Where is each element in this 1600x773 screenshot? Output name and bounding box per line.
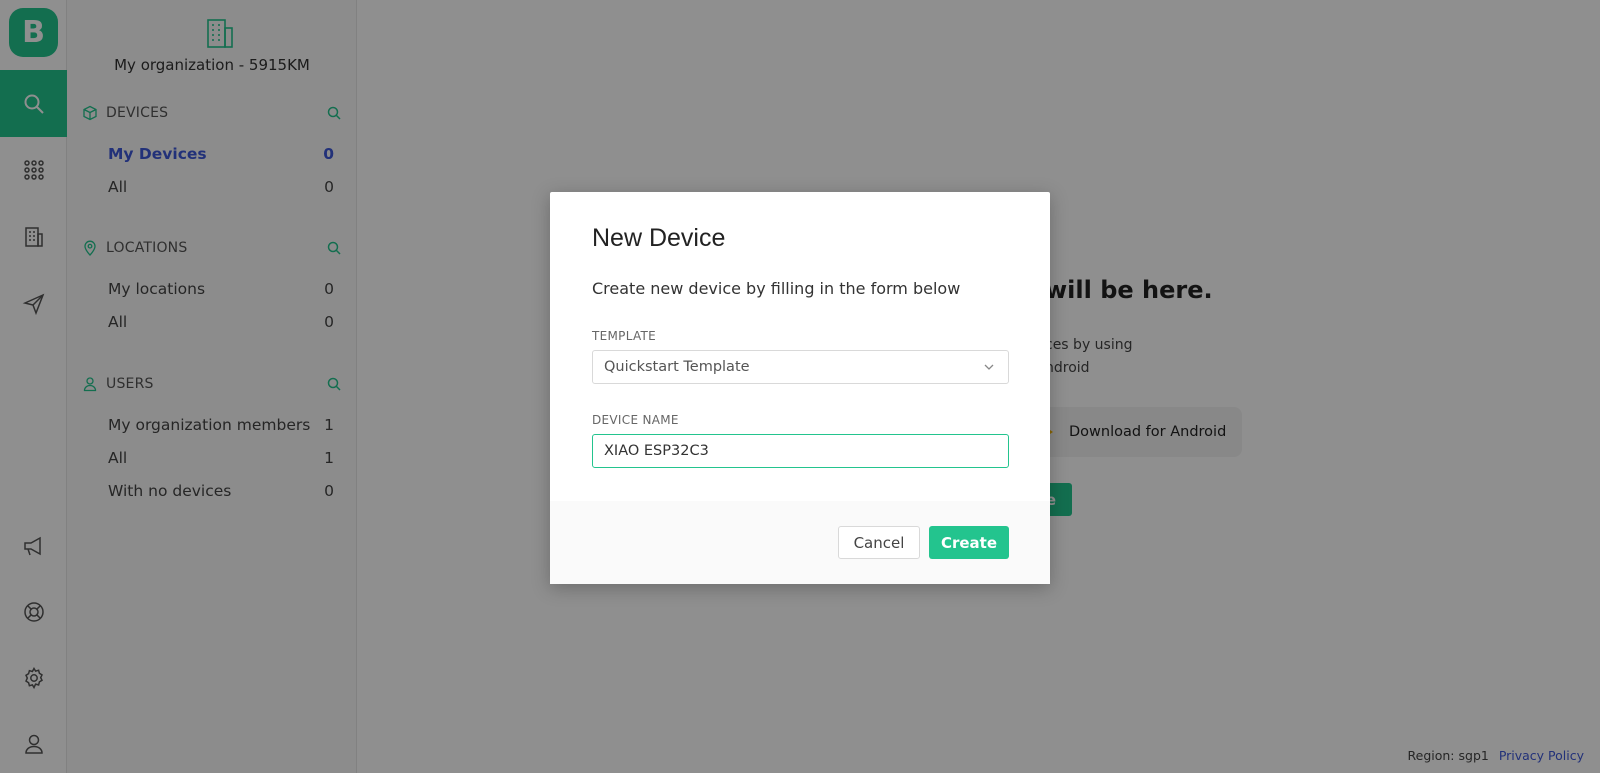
modal-title: New Device [592,224,726,252]
device-name-label: DEVICE NAME [592,413,679,427]
template-select[interactable]: Quickstart Template [592,350,1009,384]
device-name-input[interactable] [592,434,1009,468]
cancel-button[interactable]: Cancel [838,526,920,559]
template-select-value: Quickstart Template [604,359,750,375]
template-label: TEMPLATE [592,329,657,343]
chevron-down-icon [984,364,994,370]
new-device-modal: New Device Create new device by filling … [550,192,1050,584]
create-button[interactable]: Create [929,526,1009,559]
modal-description: Create new device by filling in the form… [592,279,961,298]
